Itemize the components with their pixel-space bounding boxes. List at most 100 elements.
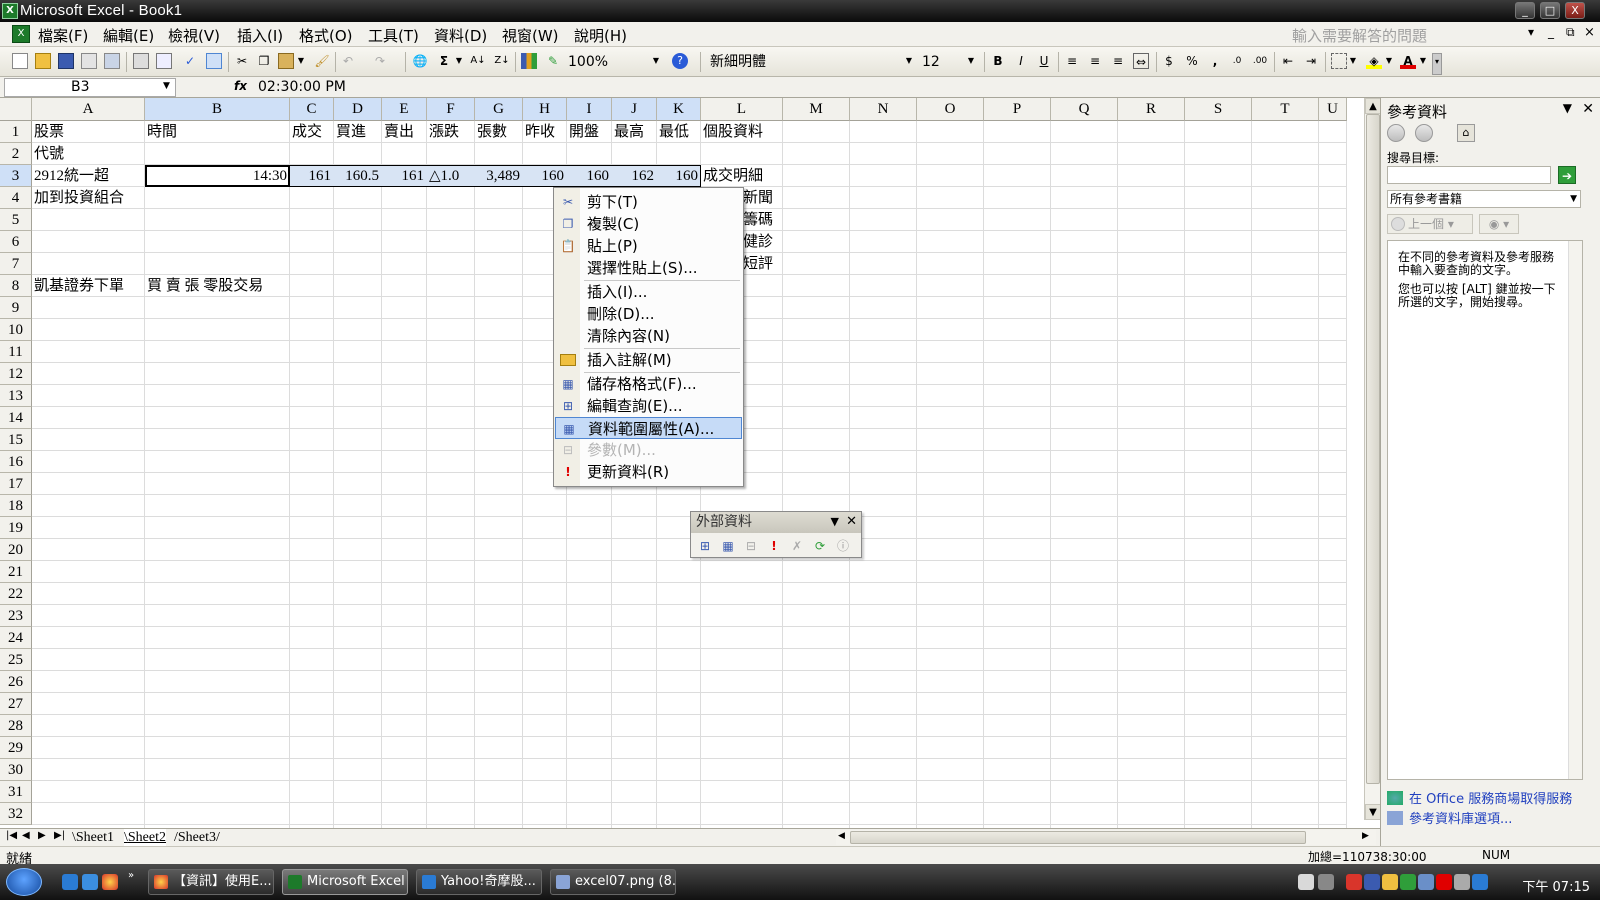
row-header-3[interactable]: 3: [0, 165, 32, 187]
decrease-indent-icon[interactable]: ⇤: [1280, 53, 1296, 69]
menu-item-7[interactable]: 清除內容(N): [555, 325, 742, 347]
help-icon[interactable]: ?: [672, 53, 688, 69]
menu-insert[interactable]: 插入(I): [237, 25, 283, 46]
cell-c1[interactable]: 成交: [292, 121, 322, 143]
print-icon[interactable]: [133, 53, 149, 69]
decrease-decimal-icon[interactable]: .00: [1252, 53, 1268, 69]
row-header-13[interactable]: 13: [0, 385, 32, 407]
cell-l3[interactable]: 成交明細: [703, 165, 763, 187]
help-question-input[interactable]: 輸入需要解答的問題: [1292, 25, 1502, 45]
cell-h1[interactable]: 昨收: [525, 121, 555, 143]
column-header-o[interactable]: O: [917, 98, 984, 121]
row-header-1[interactable]: 1: [0, 121, 32, 143]
forward-icon[interactable]: [1415, 124, 1433, 142]
task-excel[interactable]: Microsoft Excel ...: [282, 869, 408, 895]
cell-k3[interactable]: 160: [659, 165, 701, 187]
menu-data[interactable]: 資料(D): [434, 25, 487, 46]
align-center-icon[interactable]: ≡: [1087, 53, 1103, 69]
search-go-icon[interactable]: ➔: [1558, 166, 1576, 184]
search-input[interactable]: [1387, 166, 1551, 184]
workbook-icon[interactable]: X: [12, 25, 30, 43]
column-header-h[interactable]: H: [523, 98, 567, 121]
vertical-scrollbar[interactable]: ▲ ▼: [1364, 98, 1381, 820]
show-desktop-icon[interactable]: [82, 874, 98, 890]
row-header-16[interactable]: 16: [0, 451, 32, 473]
menu-item-9[interactable]: ▦ 儲存格格式(F)...: [555, 373, 742, 395]
task-browser[interactable]: 【資訊】使用E...: [148, 869, 274, 895]
menu-window[interactable]: 視窗(W): [502, 25, 559, 46]
column-header-s[interactable]: S: [1185, 98, 1252, 121]
toolbar-options-dropdown-icon[interactable]: ▼: [831, 515, 839, 528]
row-header-15[interactable]: 15: [0, 429, 32, 451]
column-header-u[interactable]: U: [1319, 98, 1347, 121]
cell-l4[interactable]: 新聞: [743, 187, 773, 209]
row-header-8[interactable]: 8: [0, 275, 32, 297]
cell-d1[interactable]: 買進: [336, 121, 366, 143]
menu-file[interactable]: 檔案(F): [38, 25, 88, 46]
font-color-icon[interactable]: A: [1400, 53, 1416, 69]
tab-sheet3[interactable]: /Sheet3/: [174, 829, 220, 846]
back-icon[interactable]: [1387, 124, 1405, 142]
cell-i3[interactable]: 160: [569, 165, 612, 187]
cell-b1[interactable]: 時間: [147, 121, 177, 143]
reference-scope-select[interactable]: 所有參考書籍 ▼: [1387, 190, 1581, 208]
menu-item-1[interactable]: ✂ 剪下(T): [555, 191, 742, 213]
column-header-l[interactable]: L: [701, 98, 783, 121]
cell-d3[interactable]: 160.5: [336, 165, 382, 187]
increase-decimal-icon[interactable]: .0: [1229, 53, 1245, 69]
column-header-q[interactable]: Q: [1051, 98, 1118, 121]
row-header-28[interactable]: 28: [0, 715, 32, 737]
research-options-link[interactable]: 參考資料庫選項...: [1387, 808, 1512, 827]
row-header-9[interactable]: 9: [0, 297, 32, 319]
cell-a2[interactable]: 代號: [34, 143, 64, 165]
cell-e1[interactable]: 賣出: [384, 121, 414, 143]
percent-button[interactable]: %: [1184, 53, 1200, 69]
bold-button[interactable]: B: [990, 53, 1006, 69]
email-icon[interactable]: [104, 53, 120, 69]
align-right-icon[interactable]: ≡: [1110, 53, 1126, 69]
align-left-icon[interactable]: ≡: [1064, 53, 1080, 69]
copy-icon[interactable]: ❐: [256, 53, 272, 69]
select-all-corner[interactable]: [0, 98, 32, 121]
doc-restore-button[interactable]: ⧉: [1566, 25, 1575, 40]
zoom-dropdown-icon[interactable]: ▼: [651, 53, 661, 69]
column-header-i[interactable]: I: [567, 98, 612, 121]
borders-dropdown-icon[interactable]: ▼: [1348, 53, 1358, 69]
font-size-select[interactable]: 12: [922, 52, 972, 72]
cell-a3[interactable]: 2912統一超: [34, 165, 109, 187]
row-header-27[interactable]: 27: [0, 693, 32, 715]
vertical-scroll-thumb[interactable]: [1366, 114, 1380, 784]
cell-e3[interactable]: 161: [384, 165, 427, 187]
row-header-30[interactable]: 30: [0, 759, 32, 781]
minimize-button[interactable]: _: [1515, 2, 1535, 19]
column-header-r[interactable]: R: [1118, 98, 1185, 121]
tab-sheet2[interactable]: \Sheet2: [124, 829, 166, 846]
next-sheet-icon[interactable]: ▶: [38, 830, 46, 841]
office-marketplace-link[interactable]: 在 Office 服務商場取得服務: [1387, 788, 1572, 807]
horizontal-scrollbar[interactable]: ◀ ▶: [836, 830, 1376, 845]
font-color-dropdown-icon[interactable]: ▼: [1418, 53, 1428, 69]
column-header-e[interactable]: E: [382, 98, 427, 121]
font-size-dropdown-icon[interactable]: ▼: [966, 53, 976, 69]
tray-app-1-icon[interactable]: [1346, 874, 1362, 890]
formula-input[interactable]: 02:30:00 PM: [258, 78, 346, 96]
previous-button[interactable]: 上一個 ▾: [1387, 214, 1473, 234]
currency-button[interactable]: $: [1161, 53, 1177, 69]
column-header-k[interactable]: K: [657, 98, 701, 121]
column-header-b[interactable]: B: [145, 98, 290, 121]
fill-dropdown-icon[interactable]: ▼: [1384, 53, 1394, 69]
menu-item-13[interactable]: ! 更新資料(R): [555, 461, 742, 483]
row-header-22[interactable]: 22: [0, 583, 32, 605]
network-icon[interactable]: [1418, 874, 1434, 890]
menu-view[interactable]: 檢視(V): [168, 25, 220, 46]
external-toolbar-close-icon[interactable]: ✕: [846, 514, 857, 529]
cell-b3[interactable]: 14:30: [147, 165, 290, 187]
task-pane-menu-icon[interactable]: ▼: [1563, 101, 1572, 115]
menu-item-2[interactable]: ❐ 複製(C): [555, 213, 742, 235]
menu-item-10[interactable]: ⊞ 編輯查詢(E)...: [555, 395, 742, 417]
row-header-11[interactable]: 11: [0, 341, 32, 363]
doc-minimize-button[interactable]: _: [1548, 25, 1554, 39]
row-header-10[interactable]: 10: [0, 319, 32, 341]
row-header-18[interactable]: 18: [0, 495, 32, 517]
chrome-icon[interactable]: [102, 874, 118, 890]
